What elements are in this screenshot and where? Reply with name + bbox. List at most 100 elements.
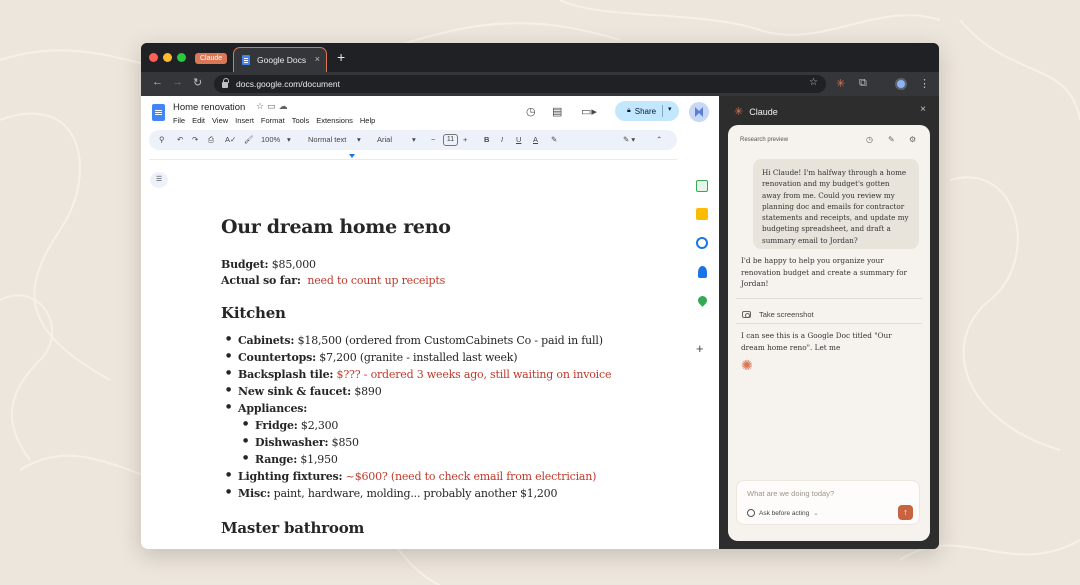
history-icon[interactable]: ◷: [866, 135, 873, 144]
item-label: Misc:: [238, 487, 271, 500]
close-icon[interactable]: ×: [315, 54, 320, 64]
print-icon[interactable]: ⎙: [208, 135, 214, 145]
window-close-button[interactable]: [149, 53, 158, 62]
star-icon[interactable]: ☆: [809, 77, 818, 88]
tab-google-docs[interactable]: Google Docs ×: [233, 47, 327, 72]
camera-icon: [742, 311, 751, 318]
ruler-indent-marker[interactable]: [349, 154, 355, 158]
underline-icon[interactable]: U: [516, 135, 521, 144]
menu-insert[interactable]: Insert: [235, 116, 254, 125]
contacts-icon[interactable]: [698, 266, 707, 278]
redo-icon[interactable]: ↷: [192, 135, 198, 144]
browser-toolbar: ← → ↻ docs.google.com/document ☆ ✳ ⧉ ⋮: [141, 72, 939, 96]
highlight-icon[interactable]: ✎: [551, 135, 557, 144]
menu-format[interactable]: Format: [261, 116, 285, 125]
menu-icon[interactable]: ⋮: [919, 77, 930, 90]
menu-help[interactable]: Help: [360, 116, 375, 125]
collapse-icon[interactable]: ⌃: [656, 135, 662, 144]
list-item: Appliances:: [226, 402, 307, 415]
menu-file[interactable]: File: [173, 116, 185, 125]
browser-window: Claude Google Docs × + ← → ↻ docs.google…: [141, 43, 939, 549]
font-size-decrease[interactable]: −: [431, 135, 435, 144]
actual-value: need to count up receipts: [307, 274, 446, 287]
add-addon-icon[interactable]: +: [696, 341, 704, 356]
share-divider: [662, 105, 663, 117]
style-select[interactable]: Normal text: [308, 135, 346, 144]
tab-title: Google Docs: [257, 55, 307, 65]
chevron-down-icon[interactable]: ▾: [668, 105, 672, 113]
puzzle-extension-icon[interactable]: ⧉: [859, 77, 867, 90]
item-label: Fridge:: [255, 419, 298, 432]
undo-icon[interactable]: ↶: [177, 135, 183, 144]
chevron-down-icon[interactable]: ▾: [412, 135, 416, 144]
new-chat-icon[interactable]: ✎: [888, 135, 895, 144]
bath-heading: Master bathroom: [221, 519, 365, 537]
forward-icon[interactable]: →: [172, 76, 183, 88]
item-value: $1,950: [297, 453, 338, 466]
folder-icon[interactable]: ▭: [267, 101, 279, 111]
zoom-select[interactable]: 100%: [261, 135, 280, 144]
item-value: $890: [351, 385, 382, 398]
budget-value: $85,000: [268, 258, 316, 271]
menu-extensions[interactable]: Extensions: [316, 116, 353, 125]
gear-icon[interactable]: ⚙: [909, 135, 916, 144]
bold-icon[interactable]: B: [484, 135, 489, 144]
ask-before-acting-select[interactable]: Ask before acting ⌄: [747, 509, 819, 517]
item-label: Countertops:: [238, 351, 316, 364]
budget-line: Budget: $85,000: [221, 258, 316, 271]
list-item: Range: $1,950: [243, 453, 338, 466]
claude-side-panel: ✳ Claude × Research preview ◷ ✎ ⚙ Hi Cla…: [720, 96, 939, 549]
search-icon[interactable]: ⚲: [159, 135, 165, 144]
keep-icon[interactable]: [696, 208, 708, 220]
new-tab-button[interactable]: +: [337, 49, 345, 65]
claude-extension-icon[interactable]: ✳: [836, 77, 845, 90]
item-value: $850: [328, 436, 359, 449]
maps-icon[interactable]: [696, 294, 709, 307]
spellcheck-icon[interactable]: A✓: [225, 135, 236, 144]
window-minimize-button[interactable]: [163, 53, 172, 62]
back-icon[interactable]: ←: [152, 76, 163, 88]
menu-view[interactable]: View: [212, 116, 228, 125]
divider: [736, 323, 922, 324]
address-bar[interactable]: docs.google.com/document ☆: [214, 75, 826, 93]
chevron-down-icon[interactable]: ▾: [357, 135, 361, 144]
list-item: Countertops: $7,200 (granite - installed…: [226, 351, 518, 364]
meet-icon[interactable]: ▭▸: [581, 105, 597, 118]
gemini-avatar[interactable]: [689, 102, 709, 122]
send-button[interactable]: ↑: [898, 505, 913, 520]
divider: [736, 298, 922, 299]
tasks-icon[interactable]: [696, 237, 708, 249]
docs-logo-icon[interactable]: [152, 104, 165, 121]
list-item: Dishwasher: $850: [243, 436, 359, 449]
font-size-input[interactable]: 11: [443, 134, 458, 146]
paint-format-icon[interactable]: 🖌︎: [244, 135, 254, 144]
item-label: New sink & faucet:: [238, 385, 352, 398]
profile-icon[interactable]: [895, 78, 907, 90]
star-icon[interactable]: ☆: [256, 101, 267, 111]
font-size-increase[interactable]: +: [463, 135, 467, 144]
reload-icon[interactable]: ↻: [193, 76, 202, 89]
text-color-icon[interactable]: A: [533, 135, 538, 144]
menu-edit[interactable]: Edit: [192, 116, 205, 125]
cloud-icon[interactable]: ☁: [279, 101, 291, 111]
chat-input[interactable]: What are we doing today? Ask before acti…: [736, 480, 920, 525]
editing-mode-icon[interactable]: ✎ ▾: [623, 135, 635, 144]
history-icon[interactable]: ◷: [526, 105, 536, 118]
document-title[interactable]: Home renovation: [173, 102, 245, 113]
outline-icon[interactable]: ☰: [150, 172, 168, 188]
sheets-icon[interactable]: [696, 180, 708, 192]
italic-icon[interactable]: I: [501, 135, 503, 144]
actual-label: Actual so far:: [221, 274, 301, 287]
share-button[interactable]: 🔒︎ Share ▾: [615, 101, 679, 121]
item-label: Backsplash tile:: [238, 368, 334, 381]
chevron-down-icon[interactable]: ▾: [287, 135, 291, 144]
take-screenshot-action[interactable]: Take screenshot: [742, 310, 814, 319]
mode-label: Ask before acting: [759, 509, 810, 517]
font-select[interactable]: Arial: [377, 135, 392, 144]
window-maximize-button[interactable]: [177, 53, 186, 62]
comment-icon[interactable]: ▤: [552, 105, 562, 118]
chevron-down-icon: ⌄: [813, 510, 819, 517]
claude-tab-group-label[interactable]: Claude: [195, 53, 228, 64]
close-icon[interactable]: ×: [920, 104, 926, 115]
menu-tools[interactable]: Tools: [292, 116, 310, 125]
